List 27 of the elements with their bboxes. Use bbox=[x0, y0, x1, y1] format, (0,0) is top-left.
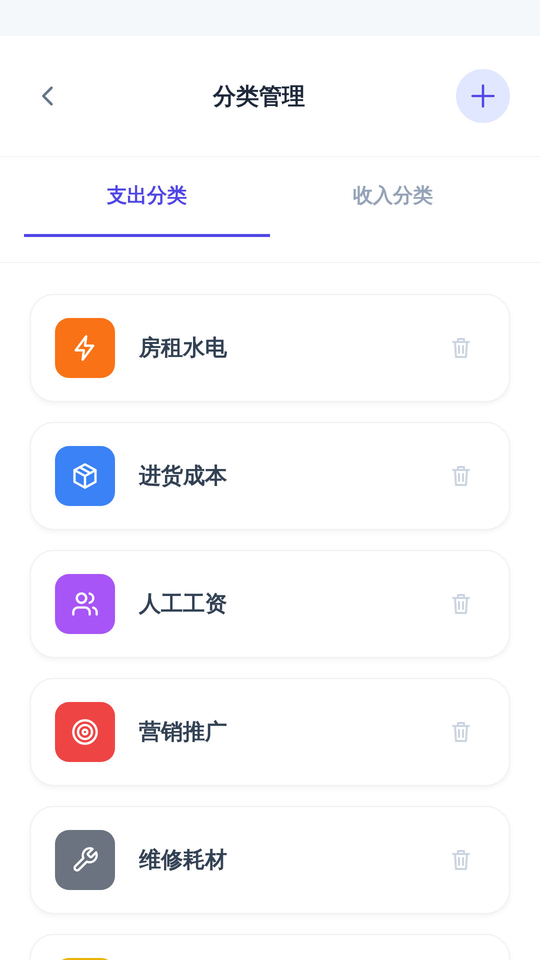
category-name: 维修耗材 bbox=[139, 847, 228, 875]
delete-button[interactable] bbox=[449, 720, 473, 744]
tab[interactable]: 支出分类 bbox=[24, 157, 270, 237]
wrench-icon bbox=[71, 846, 99, 874]
category-name: 进货成本 bbox=[139, 463, 228, 491]
plus-icon bbox=[469, 82, 497, 110]
trash-icon bbox=[449, 592, 473, 616]
trash-icon bbox=[449, 464, 473, 488]
delete-button[interactable] bbox=[449, 848, 473, 872]
category-card[interactable]: 进货成本 bbox=[30, 422, 510, 530]
box-icon bbox=[71, 462, 99, 490]
category-name: 营销推广 bbox=[139, 719, 228, 747]
target-icon bbox=[71, 718, 99, 746]
category-card[interactable]: 维修耗材 bbox=[30, 806, 510, 914]
category-card[interactable]: 房租水电 bbox=[30, 294, 510, 402]
category-card[interactable]: 人工工资 bbox=[30, 550, 510, 658]
category-name: 房租水电 bbox=[139, 334, 228, 363]
delete-button[interactable] bbox=[449, 464, 473, 488]
page-title: 分类管理 bbox=[213, 82, 305, 112]
trash-icon bbox=[449, 848, 473, 872]
delete-button[interactable] bbox=[449, 336, 473, 360]
category-name: 人工工资 bbox=[139, 591, 228, 619]
trash-icon bbox=[449, 720, 473, 744]
trash-icon bbox=[449, 336, 473, 360]
delete-button[interactable] bbox=[449, 592, 473, 616]
people-icon bbox=[71, 590, 99, 618]
category-card[interactable]: 营销推广 bbox=[30, 678, 510, 786]
